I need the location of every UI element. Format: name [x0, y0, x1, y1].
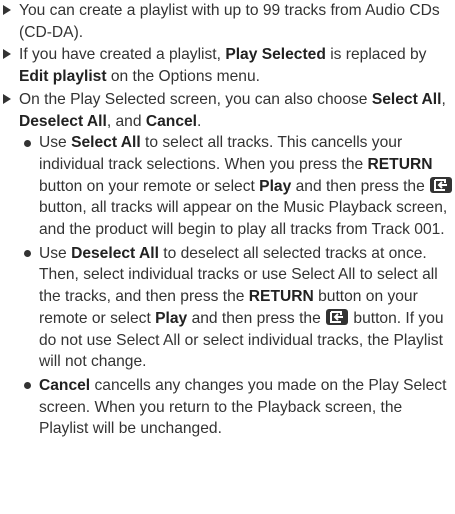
bullet-item-play-selected-options: On the Play Selected screen, you can als…: [0, 89, 455, 132]
term-play: Play: [259, 177, 292, 195]
text: button on your remote or select: [39, 177, 260, 195]
text: , and: [106, 112, 146, 130]
term-deselect-all: Deselect All: [19, 112, 107, 130]
text: and then press the: [291, 177, 430, 195]
text: cancells any changes you made on the Pla…: [39, 376, 447, 438]
text: button, all tracks will appear on the Mu…: [39, 199, 448, 239]
term-cancel: Cancel: [39, 376, 91, 394]
text: You can create a playlist with up to 99 …: [19, 2, 440, 41]
enter-button-icon: [430, 176, 453, 193]
bullet-item-edit-playlist: If you have created a playlist, Play Sel…: [0, 44, 455, 87]
term-return: RETURN: [248, 288, 314, 306]
dot-bullet-icon: [24, 250, 31, 258]
dot-bullet-icon: [24, 139, 31, 147]
enter-button-icon: [326, 308, 349, 325]
dot-bullet-icon: [24, 382, 31, 390]
term-return: RETURN: [367, 155, 433, 173]
term-select-all: Select All: [371, 90, 442, 108]
term-select-all: Select All: [71, 134, 141, 152]
bullet-item-playlist-limit: You can create a playlist with up to 99 …: [0, 0, 455, 43]
term-edit-playlist: Edit playlist: [19, 68, 107, 86]
sub-item-deselect-all: Use Deselect All to deselect all selecte…: [0, 243, 455, 373]
triangle-bullet-icon: [3, 5, 11, 15]
text: Use: [39, 134, 72, 152]
sub-bullet-list: Use Select All to select all tracks. Thi…: [0, 132, 455, 440]
sub-item-cancel: Cancel cancells any changes you made on …: [0, 375, 455, 440]
text: and then press the: [187, 309, 326, 327]
term-play: Play: [155, 309, 188, 327]
text: Use: [39, 244, 72, 262]
text: on the Options menu.: [106, 68, 260, 86]
text: ,: [441, 90, 446, 108]
text: If you have created a playlist,: [19, 46, 226, 64]
manual-section: You can create a playlist with up to 99 …: [0, 0, 455, 440]
text: .: [197, 112, 202, 130]
text: On the Play Selected screen, you can als…: [19, 90, 372, 108]
term-deselect-all: Deselect All: [71, 244, 159, 262]
sub-item-select-all: Use Select All to select all tracks. Thi…: [0, 132, 455, 241]
triangle-bullet-icon: [3, 93, 11, 104]
term-play-selected: Play Selected: [225, 46, 326, 64]
triangle-bullet-icon: [3, 49, 11, 60]
term-cancel: Cancel: [145, 112, 197, 130]
text: is replaced by: [325, 46, 427, 64]
